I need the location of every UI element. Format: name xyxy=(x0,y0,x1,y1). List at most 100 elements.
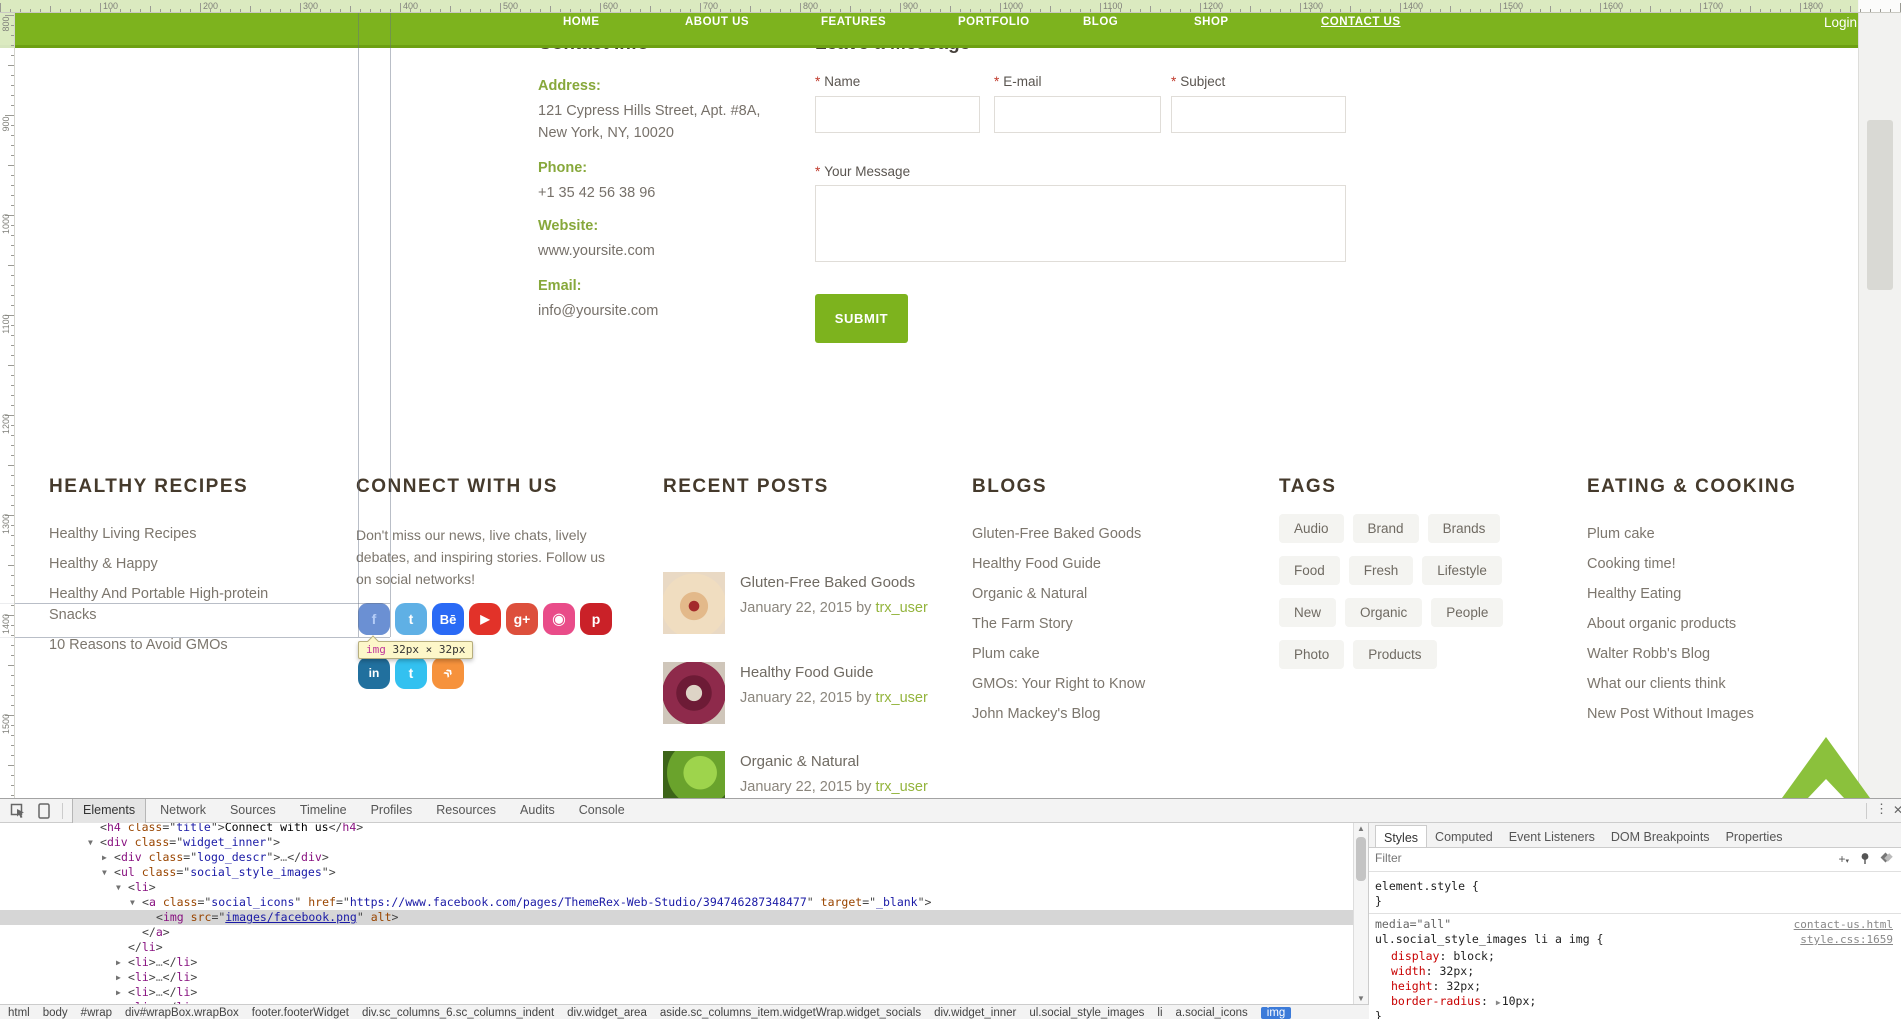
footer-link[interactable]: Organic & Natural xyxy=(972,584,1217,605)
post-author[interactable]: trx_user xyxy=(875,690,927,706)
tree-row[interactable]: <img src="images/facebook.png" alt> xyxy=(0,910,1353,925)
styles-tab[interactable]: DOM Breakpoints xyxy=(1603,825,1718,847)
submit-button[interactable]: SUBMIT xyxy=(815,294,908,343)
tree-row[interactable]: ▼<a class="social_icons" href="https://w… xyxy=(0,895,1353,910)
tree-row[interactable]: ▼<li> xyxy=(0,880,1353,895)
tree-row[interactable]: </li> xyxy=(0,940,1353,955)
tag-pill[interactable]: New xyxy=(1279,598,1336,627)
tag-pill[interactable]: Organic xyxy=(1345,598,1422,627)
breadcrumb-item[interactable]: li xyxy=(1157,1007,1162,1019)
page-scrollbar-thumb[interactable] xyxy=(1867,120,1893,290)
breadcrumb-item[interactable]: aside.sc_columns_item.widgetWrap.widget_… xyxy=(660,1007,921,1019)
footer-link[interactable]: Cooking time! xyxy=(1587,554,1832,575)
tree-row[interactable]: ▼<ul class="social_style_images"> xyxy=(0,865,1353,880)
new-style-rule-icon[interactable]: +▾ xyxy=(1838,852,1849,866)
tag-pill[interactable]: People xyxy=(1431,598,1503,627)
post-thumbnail[interactable] xyxy=(663,572,725,634)
devtools-tab[interactable]: Sources xyxy=(220,799,286,823)
breadcrumb-item[interactable]: div#wrapBox.wrapBox xyxy=(125,1007,239,1019)
devtools-tab[interactable]: Profiles xyxy=(361,799,423,823)
expand-arrow-icon[interactable]: ▶ xyxy=(116,985,128,1000)
footer-link[interactable]: John Mackey's Blog xyxy=(972,704,1217,725)
breadcrumb-item[interactable]: #wrap xyxy=(81,1007,112,1019)
scrollbar-down-icon[interactable]: ▼ xyxy=(1354,994,1368,1003)
footer-link[interactable]: About organic products xyxy=(1587,614,1832,635)
tree-row[interactable]: </a> xyxy=(0,925,1353,940)
footer-link[interactable]: 10 Reasons to Avoid GMOs xyxy=(49,635,294,656)
expand-arrow-icon[interactable]: ▶ xyxy=(102,850,114,865)
tag-pill[interactable]: Products xyxy=(1353,640,1436,669)
post-title[interactable]: Organic & Natural xyxy=(740,753,859,770)
breadcrumb-item[interactable]: div.sc_columns_6.sc_columns_indent xyxy=(362,1007,554,1019)
post-author[interactable]: trx_user xyxy=(875,600,927,616)
attr-value-link[interactable]: images/facebook.png xyxy=(225,910,357,924)
email-input[interactable] xyxy=(994,96,1161,133)
expand-arrow-icon[interactable]: ▶ xyxy=(116,955,128,970)
expand-arrow-icon[interactable]: ▶ xyxy=(116,970,128,985)
name-input[interactable] xyxy=(815,96,980,133)
footer-link[interactable]: New Post Without Images xyxy=(1587,704,1832,725)
pinterest-icon[interactable]: p xyxy=(580,603,612,635)
devtools-tab[interactable]: Timeline xyxy=(290,799,357,823)
footer-link[interactable]: GMOs: Your Right to Know xyxy=(972,674,1217,695)
tag-pill[interactable]: Food xyxy=(1279,556,1340,585)
tree-row[interactable]: ▶<li>…</li> xyxy=(0,970,1353,985)
footer-link[interactable]: Healthy Eating xyxy=(1587,584,1832,605)
message-textarea[interactable] xyxy=(815,185,1346,262)
styles-tab[interactable]: Styles xyxy=(1375,825,1427,847)
post-title[interactable]: Gluten-Free Baked Goods xyxy=(740,574,915,591)
collapse-arrow-icon[interactable]: ▼ xyxy=(116,880,128,895)
inspect-element-icon[interactable] xyxy=(10,803,26,824)
rule-source-link[interactable]: style.css:1659 xyxy=(1800,932,1893,947)
styles-filter-input[interactable] xyxy=(1375,851,1755,865)
tree-row[interactable]: ▶<li>…</li> xyxy=(0,955,1353,970)
tree-row[interactable]: ▶<div class="logo_descr">…</div> xyxy=(0,850,1353,865)
footer-link[interactable]: Healthy And Portable High-protein Snacks xyxy=(49,584,294,626)
footer-link[interactable]: Gluten-Free Baked Goods xyxy=(972,524,1217,545)
breadcrumb-item[interactable]: footer.footerWidget xyxy=(252,1007,349,1019)
devtools-close-icon[interactable]: ✕ xyxy=(1893,803,1901,817)
footer-link[interactable]: Plum cake xyxy=(972,644,1217,665)
devtools-tab[interactable]: Resources xyxy=(426,799,506,823)
footer-link[interactable]: The Farm Story xyxy=(972,614,1217,635)
tag-pill[interactable]: Lifestyle xyxy=(1422,556,1502,585)
breadcrumb-item[interactable]: body xyxy=(43,1007,68,1019)
breadcrumb-item[interactable]: div.widget_area xyxy=(567,1007,647,1019)
twitter-icon[interactable]: t xyxy=(395,603,427,635)
post-author[interactable]: trx_user xyxy=(875,779,927,795)
collapse-arrow-icon[interactable]: ▼ xyxy=(88,835,100,850)
behance-icon[interactable]: Bē xyxy=(432,603,464,635)
footer-link[interactable]: Healthy Living Recipes xyxy=(49,524,294,545)
googleplus-icon[interactable]: g+ xyxy=(506,603,538,635)
tag-pill[interactable]: Brands xyxy=(1428,514,1501,543)
breadcrumb-item[interactable]: a.social_icons xyxy=(1176,1007,1248,1019)
collapse-arrow-icon[interactable]: ▼ xyxy=(102,865,114,880)
color-format-icon[interactable] xyxy=(1879,852,1893,867)
subject-input[interactable] xyxy=(1171,96,1346,133)
elements-scrollbar[interactable]: ▲ ▼ xyxy=(1353,823,1368,1004)
styles-tab[interactable]: Event Listeners xyxy=(1501,825,1603,847)
devtools-tab[interactable]: Console xyxy=(569,799,635,823)
footer-link[interactable]: Healthy Food Guide xyxy=(972,554,1217,575)
tag-pill[interactable]: Photo xyxy=(1279,640,1344,669)
dribbble-icon[interactable]: ◉ xyxy=(543,603,575,635)
tag-pill[interactable]: Fresh xyxy=(1349,556,1414,585)
devtools-tab[interactable]: Elements xyxy=(72,799,146,823)
footer-link[interactable]: Healthy & Happy xyxy=(49,554,294,575)
devtools-tab[interactable]: Audits xyxy=(510,799,565,823)
youtube-icon[interactable]: ▶ xyxy=(469,603,501,635)
breadcrumb-item[interactable]: ul.social_style_images xyxy=(1029,1007,1144,1019)
device-mode-icon[interactable] xyxy=(38,803,50,824)
linkedin-icon[interactable]: in xyxy=(358,657,390,689)
tree-row[interactable]: ▼<div class="widget_inner"> xyxy=(0,835,1353,850)
breadcrumb-item[interactable]: html xyxy=(8,1007,30,1019)
footer-link[interactable]: What our clients think xyxy=(1587,674,1832,695)
page-scrollbar[interactable] xyxy=(1858,0,1901,798)
collapse-arrow-icon[interactable]: ▼ xyxy=(130,895,142,910)
devtools-tab[interactable]: Network xyxy=(150,799,216,823)
styles-tab[interactable]: Properties xyxy=(1718,825,1791,847)
post-title[interactable]: Healthy Food Guide xyxy=(740,664,873,681)
tree-row[interactable]: <h4 class="title">Connect with us</h4> xyxy=(0,823,1353,835)
element-state-pin-icon[interactable] xyxy=(1859,852,1871,868)
twitter2-icon[interactable]: t xyxy=(395,657,427,689)
